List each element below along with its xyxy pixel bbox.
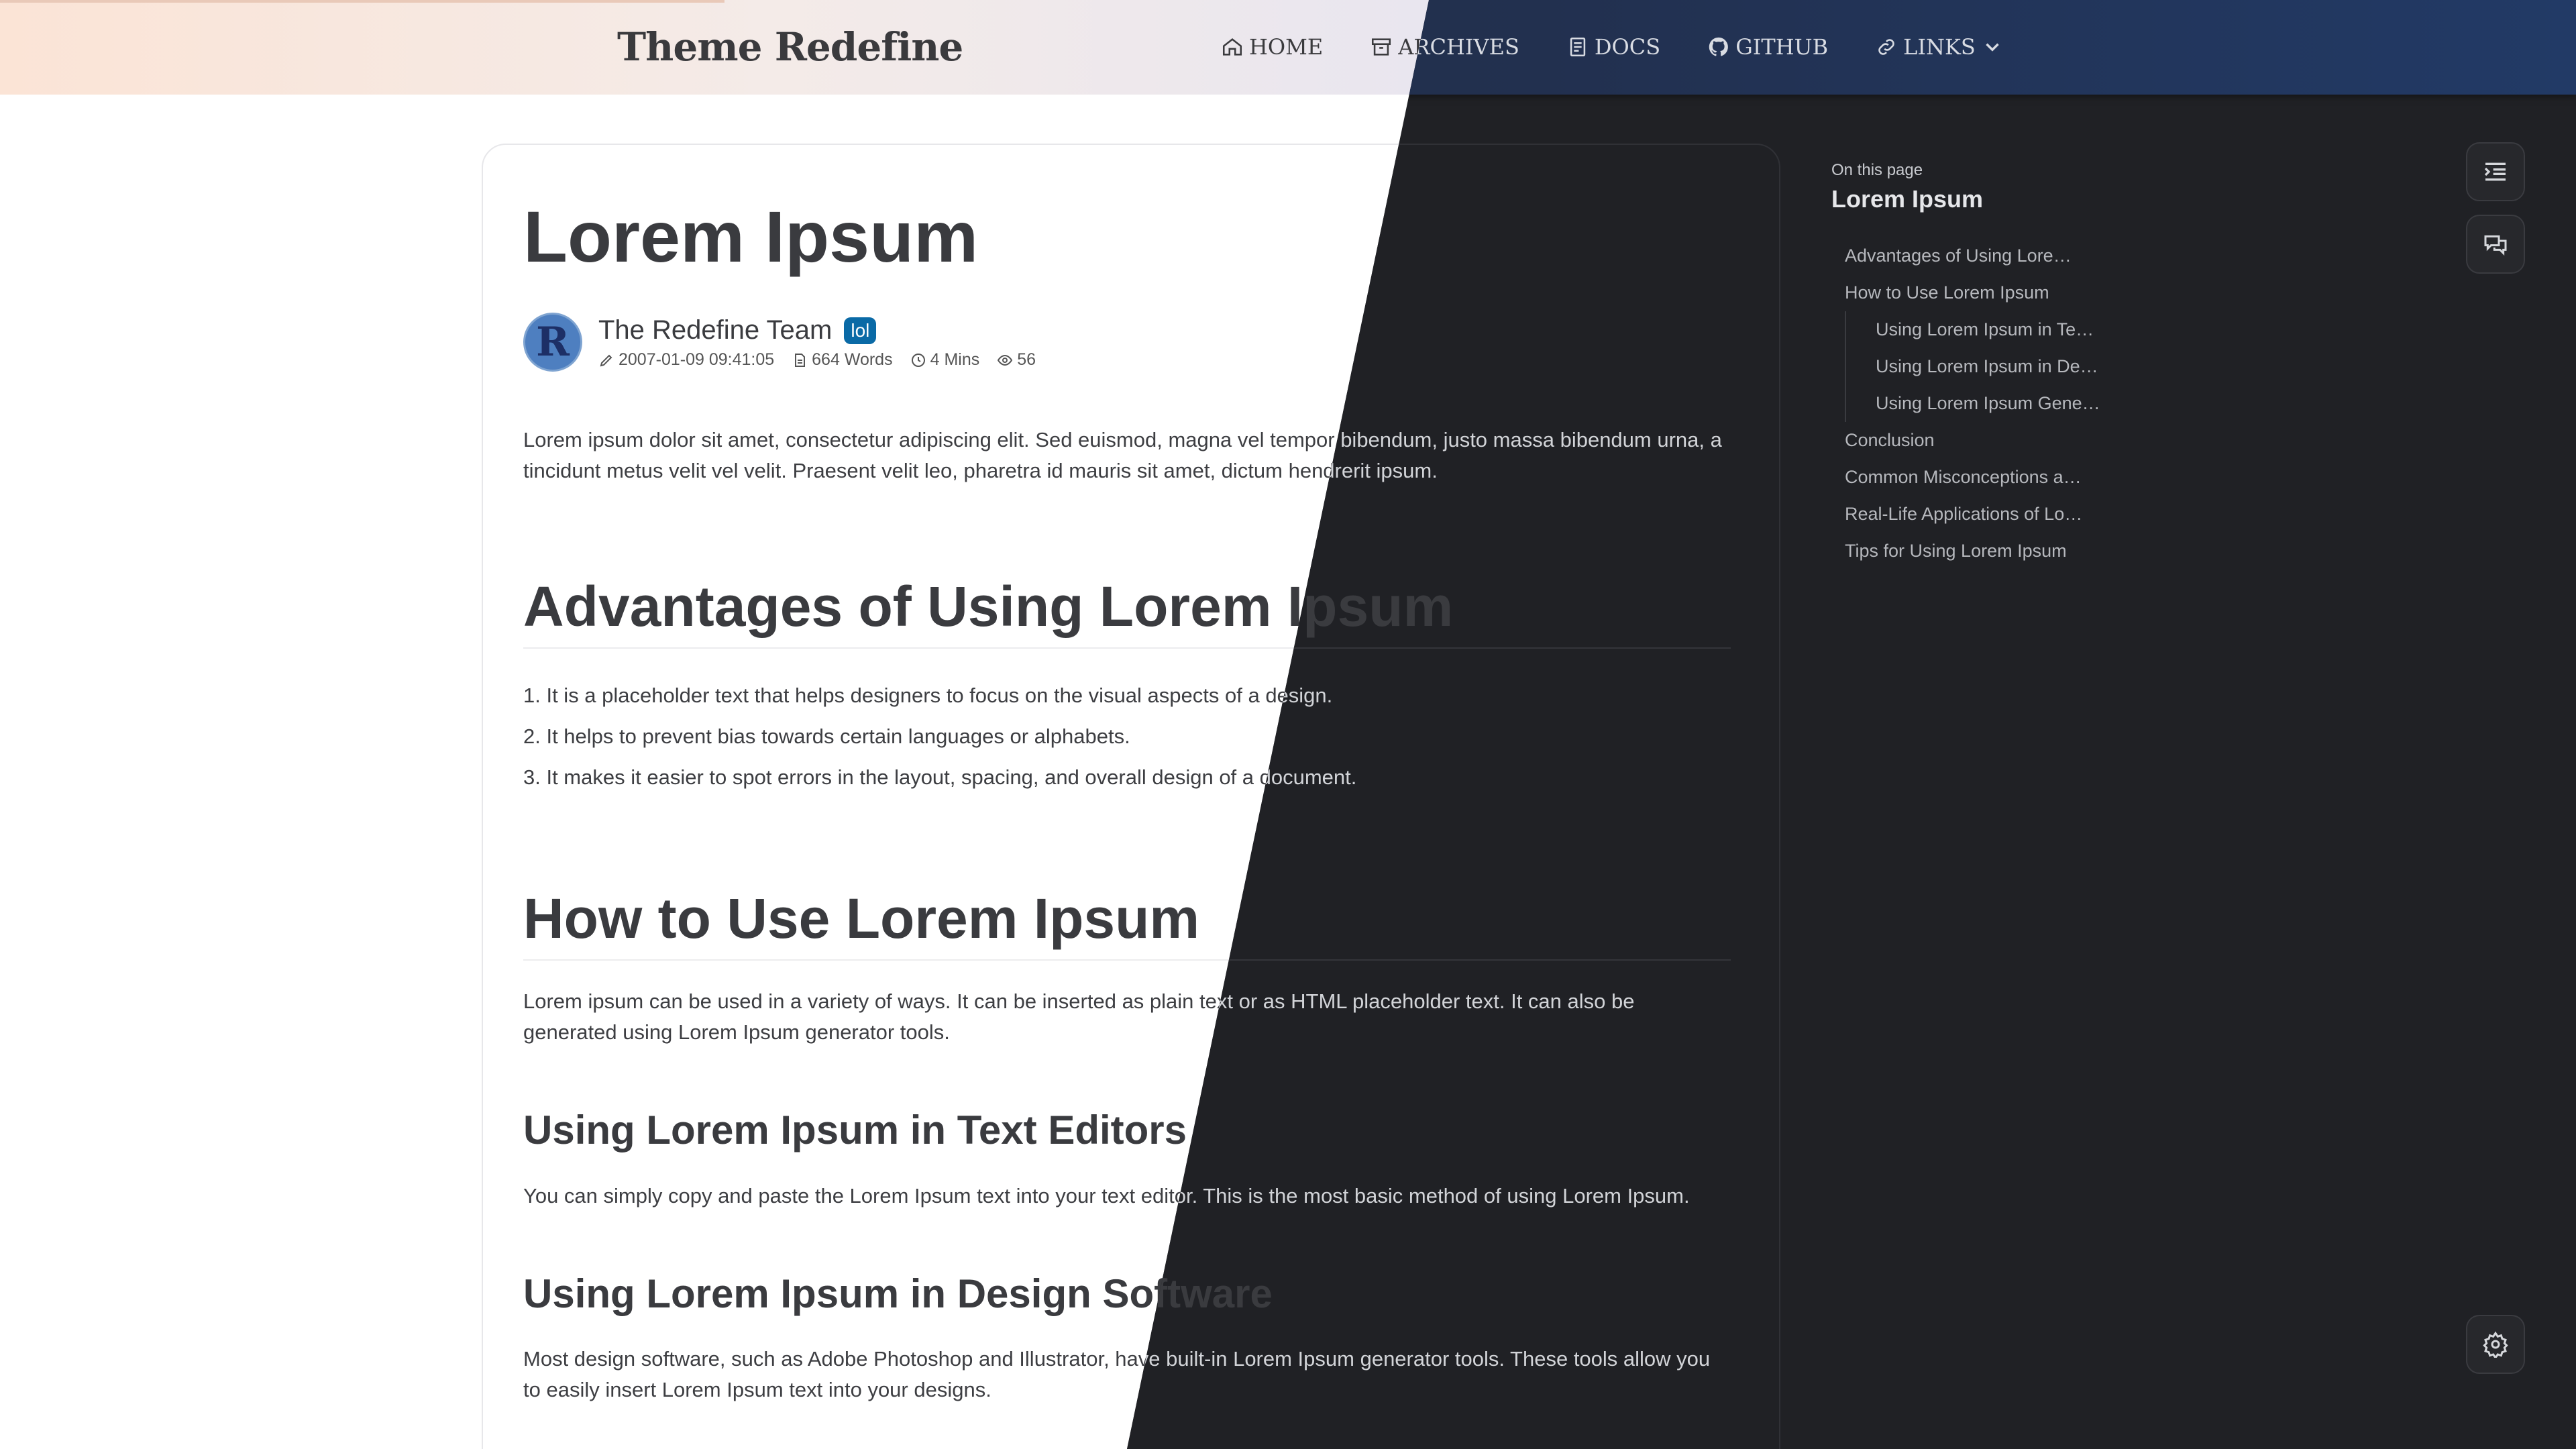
advantage-item-2: 2. It helps to prevent bias towards cert… — [523, 724, 1130, 748]
reading-progress-bar — [0, 0, 724, 3]
clock-icon — [911, 353, 925, 367]
docs-icon — [1570, 37, 1586, 57]
eye-icon — [998, 354, 1013, 366]
toc-item-text-editors[interactable]: Using Lorem Ipsum in Text Editors — [1845, 311, 2101, 348]
toc-item-conclusion[interactable]: Conclusion — [1831, 422, 2086, 459]
meta-readtime: 4 Mins — [910, 350, 980, 370]
nav-github-label-dark: GITHUB — [1735, 34, 1829, 60]
meta-readtime-text: 4 Mins — [930, 350, 980, 369]
author-avatar[interactable]: R — [523, 313, 582, 372]
toc-item-tips[interactable]: Tips for Using Lorem Ipsum — [1831, 533, 2086, 570]
nav-docs-label-dark: DOCS — [1594, 34, 1661, 60]
meta-date-text: 2007-01-09 09:41:05 — [619, 350, 775, 369]
indent-list-icon — [2484, 162, 2506, 181]
nav-docs-dark[interactable]: DOCS — [1566, 34, 1660, 60]
link-icon — [1878, 39, 1894, 55]
meta-date: 2007-01-09 09:41:05 — [598, 350, 774, 370]
post-meta: 2007-01-09 09:41:05 664 Words 4 Mins 56 — [598, 350, 1036, 370]
chat-bubbles-icon — [2484, 235, 2507, 256]
toc-item-misconceptions[interactable]: Common Misconceptions about Lorem Ipsum — [1831, 459, 2086, 496]
pencil-icon — [600, 354, 612, 366]
home-icon — [1222, 38, 1242, 56]
meta-words-text: 664 Words — [812, 350, 893, 369]
archive-icon — [1372, 38, 1391, 56]
meta-views-text: 56 — [1017, 350, 1036, 369]
nav-home-label: HOME — [1249, 34, 1324, 60]
author-line: The Redefine Team lol — [598, 315, 877, 345]
file-icon — [795, 353, 806, 367]
advantage-item-3: 3. It makes it easier to spot errors in … — [523, 765, 1357, 789]
nav-links-label-dark: LINKS — [1903, 34, 1976, 60]
advantage-item-1: 1. It is a placeholder text that helps d… — [523, 684, 1333, 707]
meta-views: 56 — [997, 350, 1036, 370]
toc-item-real-life[interactable]: Real-Life Applications of Lorem Ipsum — [1831, 496, 2086, 533]
nav-github-dark[interactable]: GITHUB — [1707, 34, 1828, 60]
author-name[interactable]: The Redefine Team — [598, 315, 832, 345]
toc-item-design-software[interactable]: Using Lorem Ipsum in Design Software — [1845, 348, 2101, 385]
table-of-contents: On this page Lorem Ipsum Advantages of U… — [1831, 161, 2101, 570]
post-title: Lorem Ipsum — [523, 196, 979, 277]
author-badge: lol — [844, 317, 877, 344]
settings-button[interactable] — [2466, 1315, 2525, 1374]
nav-home[interactable]: HOME — [1221, 34, 1323, 60]
toc-toggle-button[interactable] — [2466, 142, 2525, 201]
gear-icon — [2483, 1331, 2508, 1358]
meta-words: 664 Words — [792, 350, 893, 370]
chevron-down-icon — [1986, 43, 1999, 52]
toc-item-advantages[interactable]: Advantages of Using Lorem Ipsum — [1831, 237, 2086, 274]
github-icon — [1709, 37, 1729, 56]
toc-title[interactable]: Lorem Ipsum — [1831, 185, 2100, 213]
subsection-text-editors-heading: Using Lorem Ipsum in Text Editors — [523, 1108, 1187, 1152]
site-brand[interactable]: Theme Redefine — [617, 20, 963, 74]
toc-heading: On this page — [1831, 161, 1923, 179]
toc-item-how-to[interactable]: How to Use Lorem Ipsum — [1831, 274, 2086, 311]
comments-button[interactable] — [2466, 215, 2525, 274]
toc-item-generators[interactable]: Using Lorem Ipsum Generators — [1845, 385, 2101, 422]
nav-links-dark[interactable]: LINKS — [1875, 34, 2004, 60]
